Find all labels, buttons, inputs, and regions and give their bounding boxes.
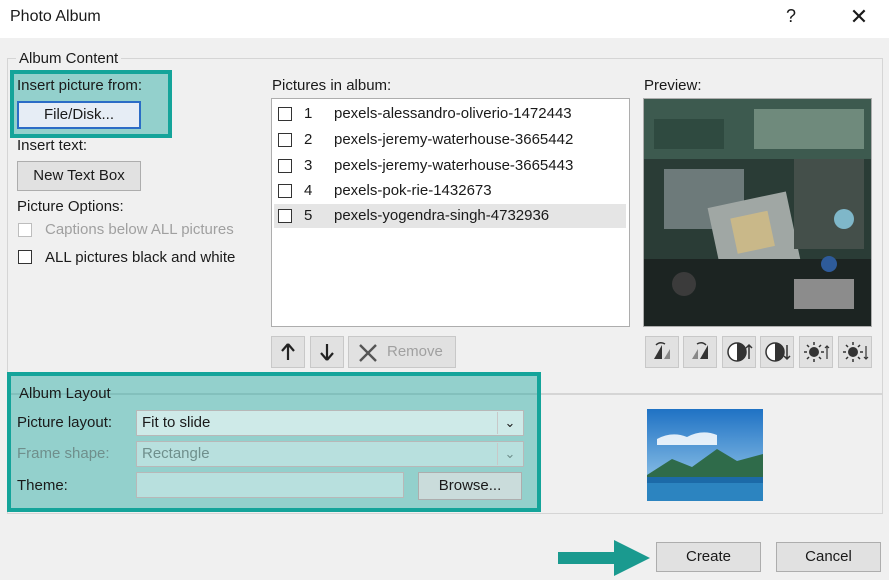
captions-checkbox[interactable] (18, 223, 32, 237)
theme-label: Theme: (17, 477, 68, 494)
list-item-name: pexels-jeremy-waterhouse-3665443 (334, 157, 574, 174)
list-item-checkbox[interactable] (278, 184, 292, 198)
brightness-down-button[interactable] (838, 336, 872, 368)
chevron-down-icon[interactable]: ⌄ (497, 443, 522, 465)
black-white-checkbox[interactable] (18, 250, 32, 264)
list-item-number: 1 (304, 105, 313, 122)
contrast-up-button[interactable] (722, 336, 756, 368)
close-button[interactable]: ✕ (846, 2, 872, 32)
insert-text-label: Insert text: (17, 137, 88, 154)
remove-button[interactable]: Remove (348, 336, 456, 368)
rotate-right-button[interactable] (683, 336, 717, 368)
captions-label: Captions below ALL pictures (45, 221, 234, 238)
remove-label: Remove (387, 343, 443, 360)
arrow-down-icon (320, 344, 334, 361)
layout-preview-thumbnail (647, 409, 763, 501)
rotate-right-icon (692, 341, 708, 359)
cancel-label: Cancel (805, 548, 852, 565)
chevron-down-icon[interactable]: ⌄ (497, 412, 522, 434)
contrast-down-icon (765, 342, 791, 362)
browse-button[interactable]: Browse... (418, 472, 522, 500)
preview-image (643, 98, 872, 327)
list-item-number: 3 (304, 157, 313, 174)
list-item-checkbox[interactable] (278, 107, 292, 121)
list-item-checkbox[interactable] (278, 209, 292, 223)
picture-layout-select[interactable]: Fit to slide ⌄ (136, 410, 524, 436)
arrow-up-icon (281, 343, 295, 360)
picture-layout-value: Fit to slide (142, 414, 211, 431)
list-item-name: pexels-yogendra-singh-4732936 (334, 207, 550, 224)
brightness-up-button[interactable] (799, 336, 833, 368)
list-item-number: 5 (304, 207, 313, 224)
file-disk-label: File/Disk... (43, 106, 114, 123)
create-label: Create (685, 548, 732, 565)
list-item-number: 2 (304, 131, 313, 148)
cancel-button[interactable]: Cancel (776, 542, 881, 572)
remove-x-icon (359, 344, 377, 362)
landscape-picture (647, 409, 763, 501)
list-item-checkbox[interactable] (278, 133, 292, 147)
contrast-down-button[interactable] (760, 336, 794, 368)
list-item-checkbox[interactable] (278, 159, 292, 173)
move-up-button[interactable] (271, 336, 305, 368)
frame-shape-value: Rectangle (142, 445, 210, 462)
list-item-name: pexels-alessandro-oliverio-1472443 (334, 105, 572, 122)
create-button[interactable]: Create (656, 542, 761, 572)
brightness-up-icon (804, 342, 830, 362)
list-item[interactable]: 2 pexels-jeremy-waterhouse-3665442 (274, 128, 626, 152)
pictures-in-album-label: Pictures in album: (272, 77, 392, 94)
browse-label: Browse... (438, 477, 502, 494)
arrow-right-icon (558, 540, 650, 576)
title-bar (0, 0, 889, 38)
preview-label: Preview: (644, 77, 702, 94)
help-button[interactable]: ? (786, 6, 796, 27)
list-item[interactable]: 4 pexels-pok-rie-1432673 (274, 179, 626, 203)
album-content-legend: Album Content (16, 50, 122, 67)
new-text-box-label: New Text Box (33, 167, 125, 184)
picture-options-label: Picture Options: (17, 198, 124, 215)
theme-field[interactable] (136, 472, 404, 498)
list-item-name: pexels-pok-rie-1432673 (334, 182, 492, 199)
rotate-left-button[interactable] (645, 336, 679, 368)
window-title: Photo Album (10, 8, 101, 25)
file-disk-button[interactable]: File/Disk... (17, 101, 141, 129)
contrast-up-icon (727, 342, 753, 362)
pictures-list[interactable]: 1 pexels-alessandro-oliverio-1472443 2 p… (271, 98, 630, 327)
picture-layout-label: Picture layout: (17, 414, 113, 431)
rotate-left-icon (654, 341, 670, 359)
list-item-name: pexels-jeremy-waterhouse-3665442 (334, 131, 574, 148)
circuit-board-picture (644, 99, 871, 326)
list-item[interactable]: 1 pexels-alessandro-oliverio-1472443 (274, 102, 626, 126)
move-down-button[interactable] (310, 336, 344, 368)
list-item-number: 4 (304, 182, 313, 199)
list-item[interactable]: 3 pexels-jeremy-waterhouse-3665443 (274, 154, 626, 178)
frame-shape-select[interactable]: Rectangle ⌄ (136, 441, 524, 467)
black-white-label: ALL pictures black and white (45, 249, 236, 266)
album-layout-legend: Album Layout (19, 385, 111, 402)
list-item-selected[interactable]: 5 pexels-yogendra-singh-4732936 (274, 204, 626, 228)
brightness-down-icon (843, 342, 869, 362)
insert-picture-from-label: Insert picture from: (17, 77, 143, 94)
new-text-box-button[interactable]: New Text Box (17, 161, 141, 191)
frame-shape-label: Frame shape: (17, 445, 110, 462)
